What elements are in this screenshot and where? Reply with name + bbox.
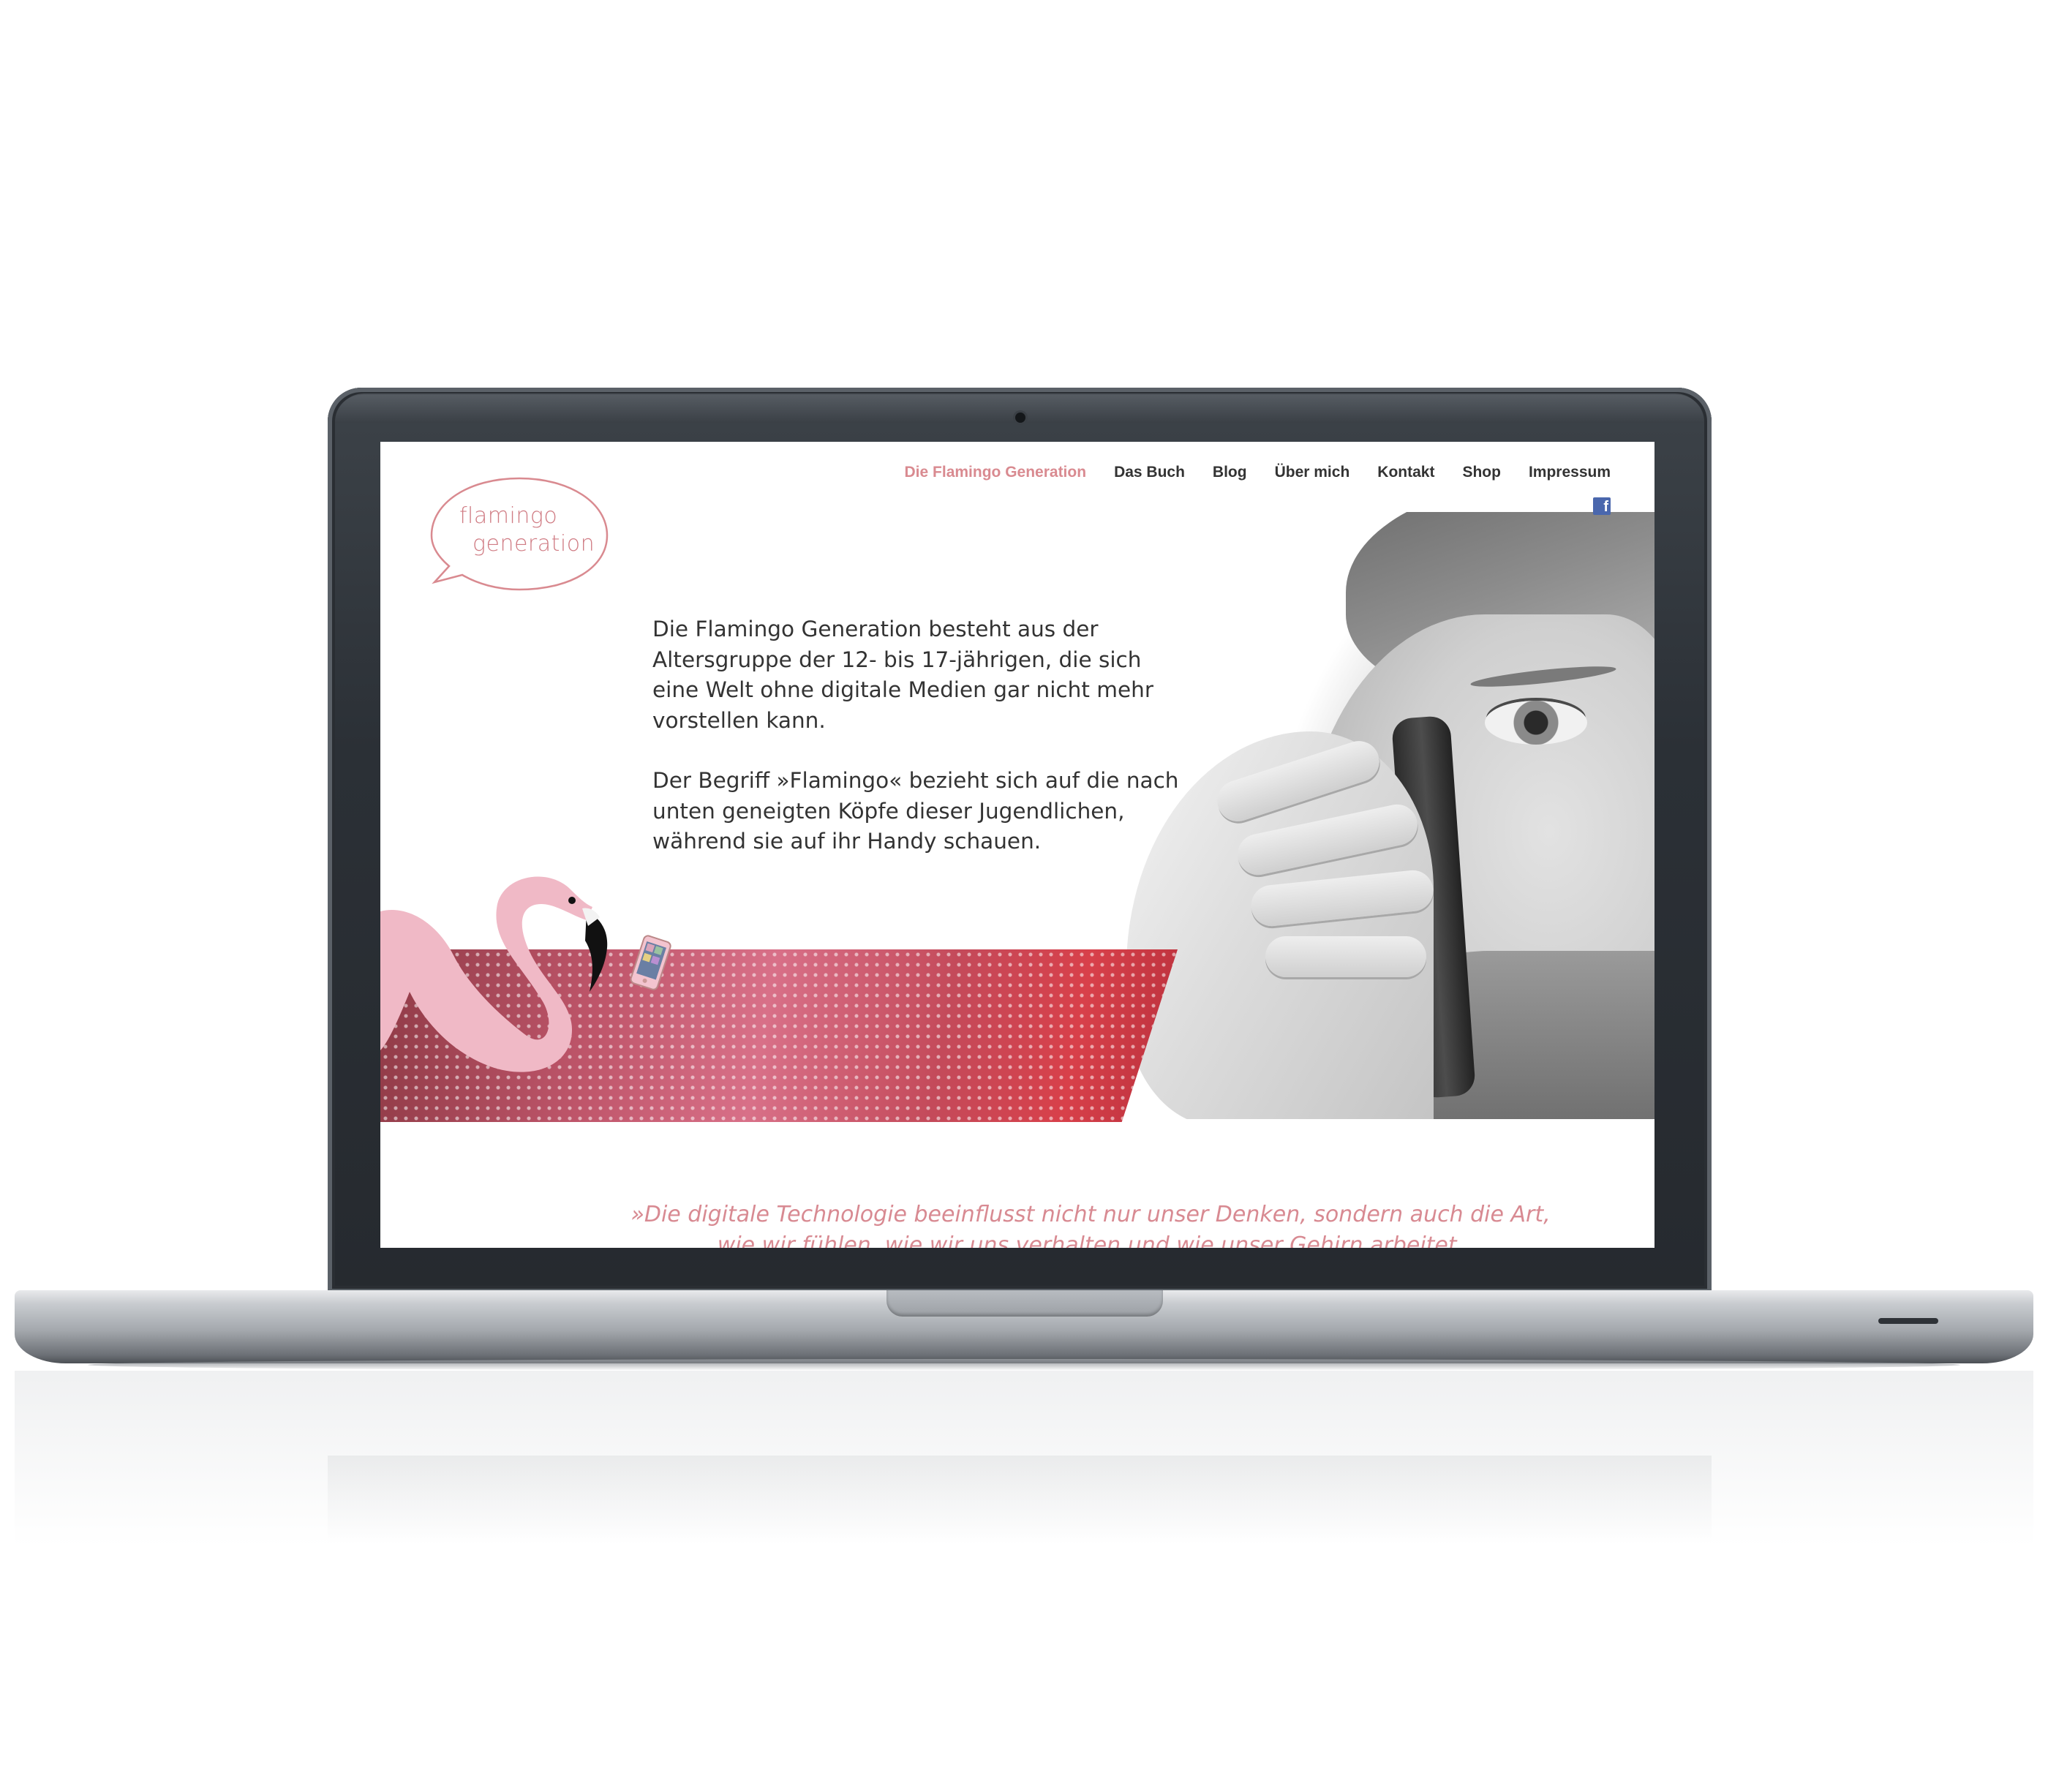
main-navigation: Die Flamingo Generation Das Buch Blog Üb… bbox=[905, 464, 1611, 481]
nav-item-impressum[interactable]: Impressum bbox=[1529, 464, 1611, 481]
quote-text: »Die digitale Technologie beeinflusst ni… bbox=[380, 1200, 1654, 1248]
photo-finger bbox=[1265, 936, 1426, 977]
intro-text: Die Flamingo Generation besteht aus der … bbox=[652, 614, 1179, 887]
website-screen: flamingo generation Die Flamingo Generat… bbox=[380, 442, 1654, 1248]
quote-line-2: wie wir fühlen, wie wir uns verhalten un… bbox=[717, 1232, 1464, 1248]
hero-photo bbox=[1126, 512, 1654, 1119]
laptop-lid-notch bbox=[886, 1290, 1163, 1317]
photo-finger bbox=[1249, 868, 1436, 928]
photo-eye bbox=[1485, 701, 1587, 745]
quote-line-1: »Die digitale Technologie beeinflusst ni… bbox=[630, 1202, 1551, 1227]
nav-item-ueber-mich[interactable]: Über mich bbox=[1275, 464, 1350, 481]
nav-item-blog[interactable]: Blog bbox=[1213, 464, 1247, 481]
mini-phone-icon bbox=[630, 935, 671, 990]
facebook-icon[interactable]: f bbox=[1593, 497, 1611, 515]
intro-paragraph-2: Der Begriff »Flamingo« bezieht sich auf … bbox=[652, 768, 1179, 854]
nav-item-kontakt[interactable]: Kontakt bbox=[1377, 464, 1434, 481]
logo-text-line1: flamingo bbox=[459, 503, 558, 529]
logo-text-line2: generation bbox=[473, 531, 595, 557]
intro-paragraph-1: Die Flamingo Generation besteht aus der … bbox=[652, 617, 1153, 733]
nav-item-shop[interactable]: Shop bbox=[1462, 464, 1501, 481]
laptop-base-shadow bbox=[88, 1359, 1960, 1371]
nav-item-das-buch[interactable]: Das Buch bbox=[1114, 464, 1185, 481]
lid-reflection bbox=[328, 1456, 1712, 1543]
sleep-indicator-light bbox=[1878, 1318, 1938, 1324]
camera-icon bbox=[1015, 413, 1025, 423]
nav-item-flamingo-generation[interactable]: Die Flamingo Generation bbox=[905, 464, 1087, 481]
